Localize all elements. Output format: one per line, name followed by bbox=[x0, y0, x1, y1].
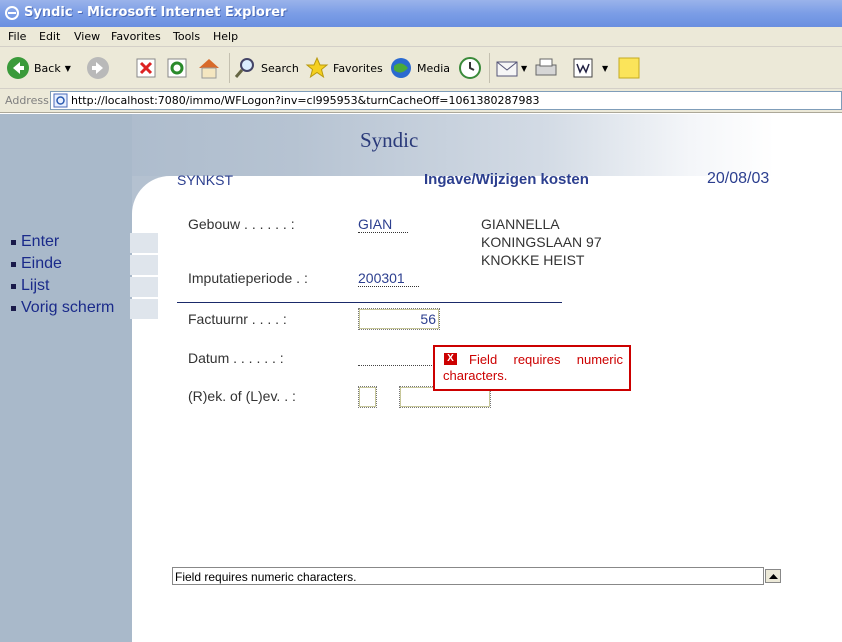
address-bar: Address http://localhost:7080/immo/WFLog… bbox=[0, 89, 842, 113]
divider bbox=[177, 302, 562, 303]
toolbar-separator bbox=[489, 53, 490, 83]
chevron-down-icon: ▼ bbox=[521, 63, 528, 73]
factuur-label: Factuurnr . . . . : bbox=[188, 311, 287, 327]
bullet-icon bbox=[11, 262, 16, 267]
scroll-up-button[interactable] bbox=[765, 569, 781, 583]
rek-label: (R)ek. of (L)ev. . : bbox=[188, 388, 296, 404]
nav-lijst[interactable]: Lijst bbox=[8, 277, 158, 297]
address-line-1: GIANNELLA bbox=[481, 216, 560, 232]
chevron-down-icon: ▼ bbox=[64, 63, 71, 73]
factuur-input[interactable]: 56 bbox=[358, 308, 440, 330]
printer-icon bbox=[535, 58, 557, 76]
nav-enter[interactable]: Enter bbox=[8, 233, 158, 253]
address-line-3: KNOKKE HEIST bbox=[481, 252, 585, 268]
menu-tools[interactable]: Tools bbox=[173, 30, 200, 43]
search-button[interactable]: Search bbox=[233, 53, 299, 83]
bullet-icon bbox=[11, 284, 16, 289]
address-url: http://localhost:7080/immo/WFLogon?inv=c… bbox=[71, 94, 540, 107]
app-title: Syndic bbox=[360, 128, 419, 152]
menu-help[interactable]: Help bbox=[213, 30, 238, 43]
page-content: Syndic SYNKST Ingave/Wijzigen kosten 20/… bbox=[0, 114, 842, 642]
screen-code: SYNKST bbox=[177, 172, 234, 188]
home-icon bbox=[199, 59, 219, 79]
bullet-icon bbox=[11, 240, 16, 245]
mail-button[interactable]: ▼ bbox=[495, 53, 527, 83]
toolbar: Back ▼ Search Favorites Media ▼ ▼ bbox=[0, 47, 842, 89]
gebouw-label: Gebouw . . . . . . : bbox=[188, 216, 295, 232]
mail-icon bbox=[496, 61, 518, 77]
address-input[interactable]: http://localhost:7080/immo/WFLogon?inv=c… bbox=[50, 91, 842, 110]
datum-label: Datum . . . . . . : bbox=[188, 350, 284, 366]
menu-edit[interactable]: Edit bbox=[39, 30, 60, 43]
menu-favorites[interactable]: Favorites bbox=[111, 30, 161, 43]
ie-icon bbox=[5, 6, 19, 20]
status-message: Field requires numeric characters. bbox=[172, 567, 764, 585]
print-button[interactable] bbox=[533, 53, 559, 83]
bullet-icon bbox=[11, 306, 16, 311]
page-icon bbox=[53, 93, 68, 108]
forward-button[interactable] bbox=[86, 53, 110, 83]
error-tooltip: X Field requires numeric characters. bbox=[433, 345, 631, 391]
imputatie-value: 200301 bbox=[358, 270, 419, 287]
chevron-up-icon bbox=[769, 574, 778, 579]
menu-bar: File Edit View Favorites Tools Help bbox=[0, 27, 842, 47]
back-button[interactable]: Back ▼ bbox=[6, 53, 71, 83]
refresh-button[interactable] bbox=[166, 53, 188, 83]
window-titlebar: Syndic - Microsoft Internet Explorer bbox=[0, 0, 842, 27]
address-label: Address bbox=[5, 94, 49, 107]
rek-input[interactable] bbox=[358, 386, 377, 408]
sidebar bbox=[0, 114, 132, 642]
window-title: Syndic - Microsoft Internet Explorer bbox=[24, 5, 287, 20]
favorites-button[interactable]: Favorites bbox=[305, 53, 383, 83]
stop-button[interactable] bbox=[135, 53, 157, 83]
back-arrow-icon bbox=[7, 57, 29, 79]
home-button[interactable] bbox=[196, 53, 222, 83]
imputatie-label: Imputatieperiode . : bbox=[188, 270, 308, 286]
screen-date: 20/08/03 bbox=[707, 170, 770, 187]
history-button[interactable] bbox=[458, 53, 482, 83]
word-icon bbox=[573, 58, 593, 78]
toolbar-separator bbox=[229, 53, 230, 83]
search-icon bbox=[234, 58, 254, 78]
gebouw-code[interactable]: GIAN bbox=[358, 216, 409, 233]
edit-button[interactable]: ▼ bbox=[572, 53, 608, 83]
error-message: Field requires numeric characters. bbox=[443, 352, 623, 383]
stop-icon bbox=[136, 58, 156, 78]
screen-title: Ingave/Wijzigen kosten bbox=[424, 171, 589, 188]
media-icon bbox=[391, 58, 411, 78]
menu-file[interactable]: File bbox=[8, 30, 26, 43]
chevron-down-icon: ▼ bbox=[602, 63, 609, 73]
note-icon bbox=[618, 57, 640, 79]
refresh-icon bbox=[167, 58, 187, 78]
nav-vorig-scherm[interactable]: Vorig scherm bbox=[8, 299, 158, 319]
history-icon bbox=[459, 57, 481, 79]
nav-einde[interactable]: Einde bbox=[8, 255, 158, 275]
star-icon bbox=[305, 56, 329, 79]
datum-input[interactable] bbox=[358, 350, 434, 366]
menu-view[interactable]: View bbox=[74, 30, 100, 43]
forward-arrow-icon bbox=[87, 57, 109, 79]
address-line-2: KONINGSLAAN 97 bbox=[481, 234, 602, 250]
media-button[interactable]: Media bbox=[389, 53, 450, 83]
messenger-button[interactable] bbox=[617, 53, 641, 83]
